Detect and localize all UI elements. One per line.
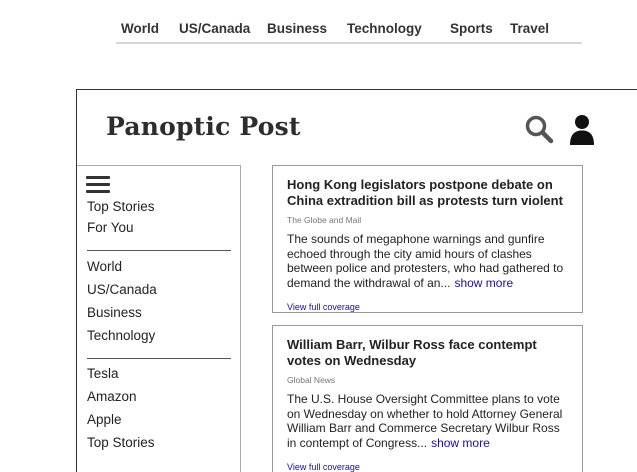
topnav-sports[interactable]: Sports	[450, 21, 493, 36]
view-full-coverage-link[interactable]: View full coverage	[287, 462, 360, 472]
search-icon[interactable]	[524, 114, 554, 144]
sidebar-divider	[87, 250, 231, 251]
app-frame: Panoptic Post Top Stories For You World …	[76, 89, 637, 472]
sidebar-item-top-stories-2[interactable]: Top Stories	[87, 435, 155, 450]
sidebar-item-amazon[interactable]: Amazon	[87, 389, 137, 404]
article-snippet: The sounds of megaphone warnings and gun…	[287, 232, 568, 290]
article-card: Hong Kong legislators postpone debate on…	[272, 165, 583, 313]
sidebar-item-technology[interactable]: Technology	[87, 328, 155, 343]
user-icon[interactable]	[569, 114, 595, 146]
topnav-world[interactable]: World	[121, 21, 159, 36]
top-navigation: World US/Canada Business Technology Spor…	[116, 18, 582, 44]
show-more-link[interactable]: show more	[431, 436, 490, 450]
sidebar-item-tesla[interactable]: Tesla	[87, 366, 119, 381]
sidebar-item-for-you[interactable]: For You	[87, 220, 134, 235]
topnav-technology[interactable]: Technology	[347, 21, 422, 36]
article-title[interactable]: William Barr, Wilbur Ross face contempt …	[287, 337, 568, 368]
article-source: The Globe and Mail	[287, 215, 362, 225]
sidebar-divider	[87, 358, 231, 359]
show-more-link[interactable]: show more	[454, 276, 513, 290]
sidebar: Top Stories For You World US/Canada Busi…	[77, 165, 241, 472]
topnav-travel[interactable]: Travel	[510, 21, 549, 36]
article-title[interactable]: Hong Kong legislators postpone debate on…	[287, 177, 568, 208]
sidebar-item-world[interactable]: World	[87, 259, 122, 274]
topnav-us-canada[interactable]: US/Canada	[179, 21, 250, 36]
topnav-business[interactable]: Business	[267, 21, 327, 36]
article-card: William Barr, Wilbur Ross face contempt …	[272, 325, 583, 472]
sidebar-item-business[interactable]: Business	[87, 305, 142, 320]
sidebar-item-top-stories[interactable]: Top Stories	[87, 199, 155, 214]
article-snippet: The U.S. House Oversight Committee plans…	[287, 392, 568, 450]
article-snippet-text: The U.S. House Oversight Committee plans…	[287, 392, 563, 450]
sidebar-item-us-canada[interactable]: US/Canada	[87, 282, 157, 297]
article-source: Global News	[287, 375, 336, 385]
hamburger-menu-icon[interactable]	[86, 176, 110, 195]
view-full-coverage-link[interactable]: View full coverage	[287, 302, 360, 312]
brand-title: Panoptic Post	[106, 112, 301, 141]
article-snippet-text: The sounds of megaphone warnings and gun…	[287, 232, 564, 290]
sidebar-item-apple[interactable]: Apple	[87, 412, 122, 427]
